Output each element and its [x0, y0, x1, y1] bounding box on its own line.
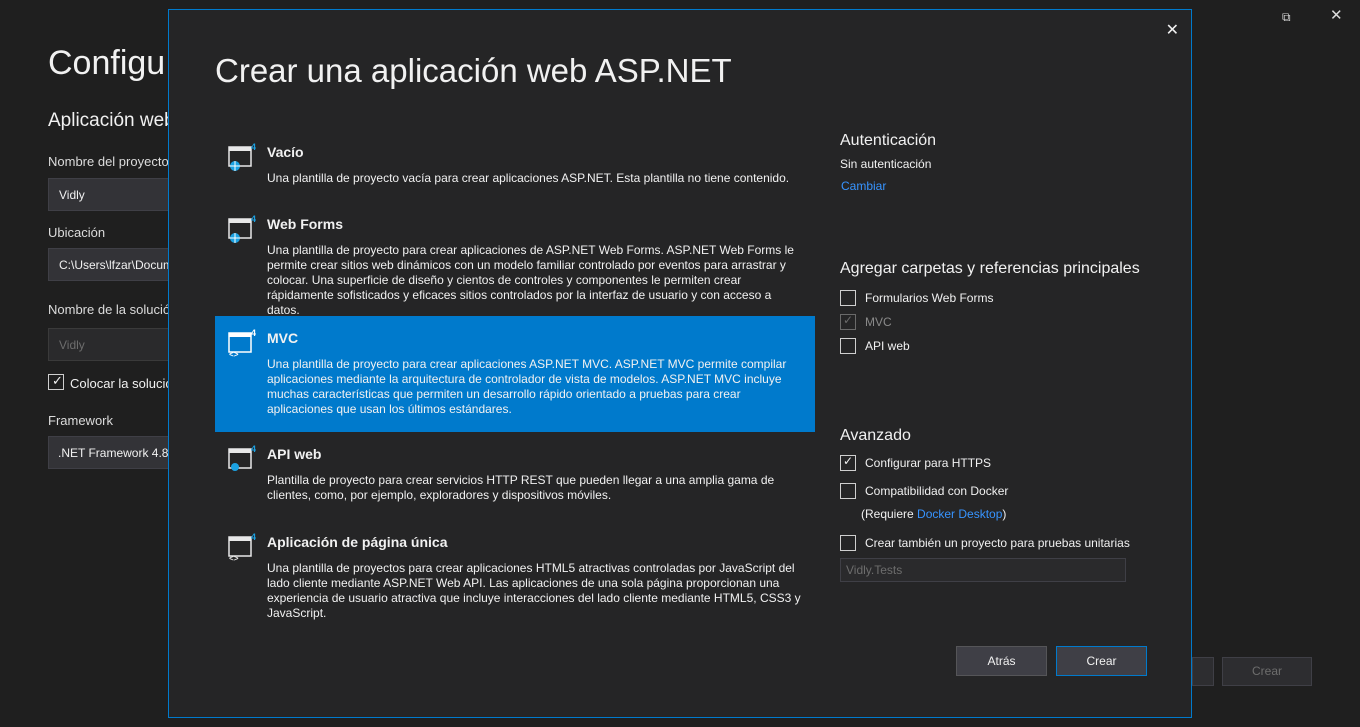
- https-checkbox[interactable]: ✓: [840, 454, 856, 471]
- svg-text:4: 4: [251, 328, 256, 338]
- template-name: API web: [267, 446, 322, 462]
- back-button[interactable]: Atrás: [956, 646, 1047, 676]
- template-name: Aplicación de página única: [267, 534, 448, 550]
- advanced-heading: Avanzado: [840, 427, 1170, 445]
- checkmark-icon: ✓: [843, 313, 854, 327]
- template-name: Vacío: [267, 144, 304, 160]
- page-title: Configu: [48, 44, 166, 82]
- docker-note-suffix: ): [1002, 507, 1007, 521]
- close-icon[interactable]: ✕: [1166, 20, 1179, 40]
- template-spa[interactable]: <> 4 Aplicación de página única Una plan…: [215, 520, 815, 620]
- template-name: Web Forms: [267, 216, 343, 232]
- api-icon: 4: [228, 444, 256, 471]
- code-icon: <> 4: [228, 328, 256, 358]
- https-checkbox-label: Configurar para HTTPS: [865, 456, 992, 470]
- globe-icon: 4: [228, 142, 256, 171]
- svg-text:<>: <>: [229, 351, 239, 358]
- place-together-label: Colocar la solución: [70, 376, 180, 391]
- template-web-forms[interactable]: 4 Web Forms Una plantilla de proyecto pa…: [215, 202, 815, 317]
- auth-value: Sin autenticación: [840, 157, 932, 171]
- template-list: 4 Vacío Una plantilla de proyecto vacía …: [215, 130, 815, 620]
- mvc-checkbox-row: ✓ MVC: [840, 313, 892, 330]
- web-api-checkbox-row[interactable]: API web: [840, 338, 910, 354]
- template-web-api[interactable]: 4 API web Plantilla de proyecto para cre…: [215, 432, 815, 520]
- svg-text:<>: <>: [229, 555, 239, 562]
- create-web-app-dialog: ✕ Crear una aplicación web ASP.NET 4 Vac…: [168, 9, 1192, 718]
- template-description: Una plantilla de proyecto para crear apl…: [267, 243, 794, 317]
- docker-requirement-note: (Requiere Docker Desktop): [861, 507, 1006, 521]
- svg-text:4: 4: [251, 142, 256, 152]
- template-description: Una plantilla de proyecto vacía para cre…: [267, 171, 790, 185]
- template-description: Una plantilla de proyectos para crear ap…: [267, 561, 801, 620]
- web-forms-checkbox[interactable]: [840, 290, 856, 306]
- checkmark-icon: ✓: [843, 454, 854, 468]
- svg-text:4: 4: [251, 214, 256, 224]
- create-button[interactable]: Crear: [1056, 646, 1147, 676]
- template-name: MVC: [267, 330, 299, 346]
- globe-icon: 4: [228, 214, 256, 243]
- framework-select[interactable]: .NET Framework 4.8: [48, 436, 178, 469]
- web-forms-checkbox-row[interactable]: Formularios Web Forms: [840, 290, 993, 306]
- svg-text:4: 4: [251, 444, 256, 454]
- page-subtitle: Aplicación web: [48, 110, 175, 131]
- advanced-heading-text: Avanzado: [840, 427, 911, 444]
- restore-icon[interactable]: ⧉: [1282, 10, 1291, 25]
- https-checkbox-row[interactable]: ✓ Configurar para HTTPS: [840, 454, 992, 471]
- framework-label: Framework: [48, 413, 114, 428]
- checkmark-icon: ✓: [52, 373, 63, 388]
- svg-text:4: 4: [251, 532, 256, 542]
- location-label: Ubicación: [48, 225, 106, 240]
- mvc-checkbox-label: MVC: [865, 315, 892, 329]
- project-name-input[interactable]: Vidly: [48, 178, 178, 211]
- docker-desktop-link[interactable]: Docker Desktop: [917, 507, 1002, 521]
- web-api-checkbox-label: API web: [865, 339, 910, 353]
- mvc-checkbox: ✓: [840, 313, 856, 330]
- docker-checkbox-row[interactable]: Compatibilidad con Docker: [840, 483, 1008, 499]
- template-description: Una plantilla de proyecto para crear apl…: [267, 357, 787, 416]
- docker-checkbox-label: Compatibilidad con Docker: [865, 484, 1009, 498]
- template-mvc[interactable]: <> 4 MVC Una plantilla de proyecto para …: [215, 316, 815, 432]
- solution-name-label: Nombre de la solución: [48, 302, 178, 317]
- unit-test-checkbox[interactable]: [840, 535, 856, 551]
- unit-test-checkbox-row[interactable]: Crear también un proyecto para pruebas u…: [840, 535, 1130, 551]
- auth-change-link[interactable]: Cambiar: [841, 179, 1170, 193]
- solution-name-input[interactable]: Vidly: [48, 328, 178, 361]
- auth-section: Autenticación Sin autenticación Cambiar: [840, 132, 1170, 193]
- docker-checkbox[interactable]: [840, 483, 856, 499]
- template-description: Plantilla de proyecto para crear servici…: [267, 473, 775, 502]
- create-button-background[interactable]: Crear: [1222, 657, 1312, 686]
- unit-test-project-input[interactable]: Vidly.Tests: [840, 558, 1126, 582]
- template-empty[interactable]: 4 Vacío Una plantilla de proyecto vacía …: [215, 130, 815, 202]
- auth-heading: Autenticación: [840, 132, 937, 149]
- close-icon[interactable]: ✕: [1330, 6, 1343, 24]
- dialog-title: Crear una aplicación web ASP.NET: [215, 52, 732, 89]
- place-together-checkbox[interactable]: ✓: [48, 373, 64, 390]
- project-name-label: Nombre del proyecto: [48, 154, 169, 169]
- web-api-checkbox[interactable]: [840, 338, 856, 354]
- spa-icon: <> 4: [228, 532, 256, 562]
- location-input[interactable]: C:\Users\lfzar\Docum: [48, 248, 178, 281]
- folders-heading-text: Agregar carpetas y referencias principal…: [840, 260, 1140, 277]
- web-forms-checkbox-label: Formularios Web Forms: [865, 291, 994, 305]
- back-button-background[interactable]: [1192, 657, 1214, 686]
- docker-note-prefix: (Requiere: [861, 507, 918, 521]
- folders-heading: Agregar carpetas y referencias principal…: [840, 260, 1170, 278]
- unit-test-checkbox-label: Crear también un proyecto para pruebas u…: [865, 536, 1130, 550]
